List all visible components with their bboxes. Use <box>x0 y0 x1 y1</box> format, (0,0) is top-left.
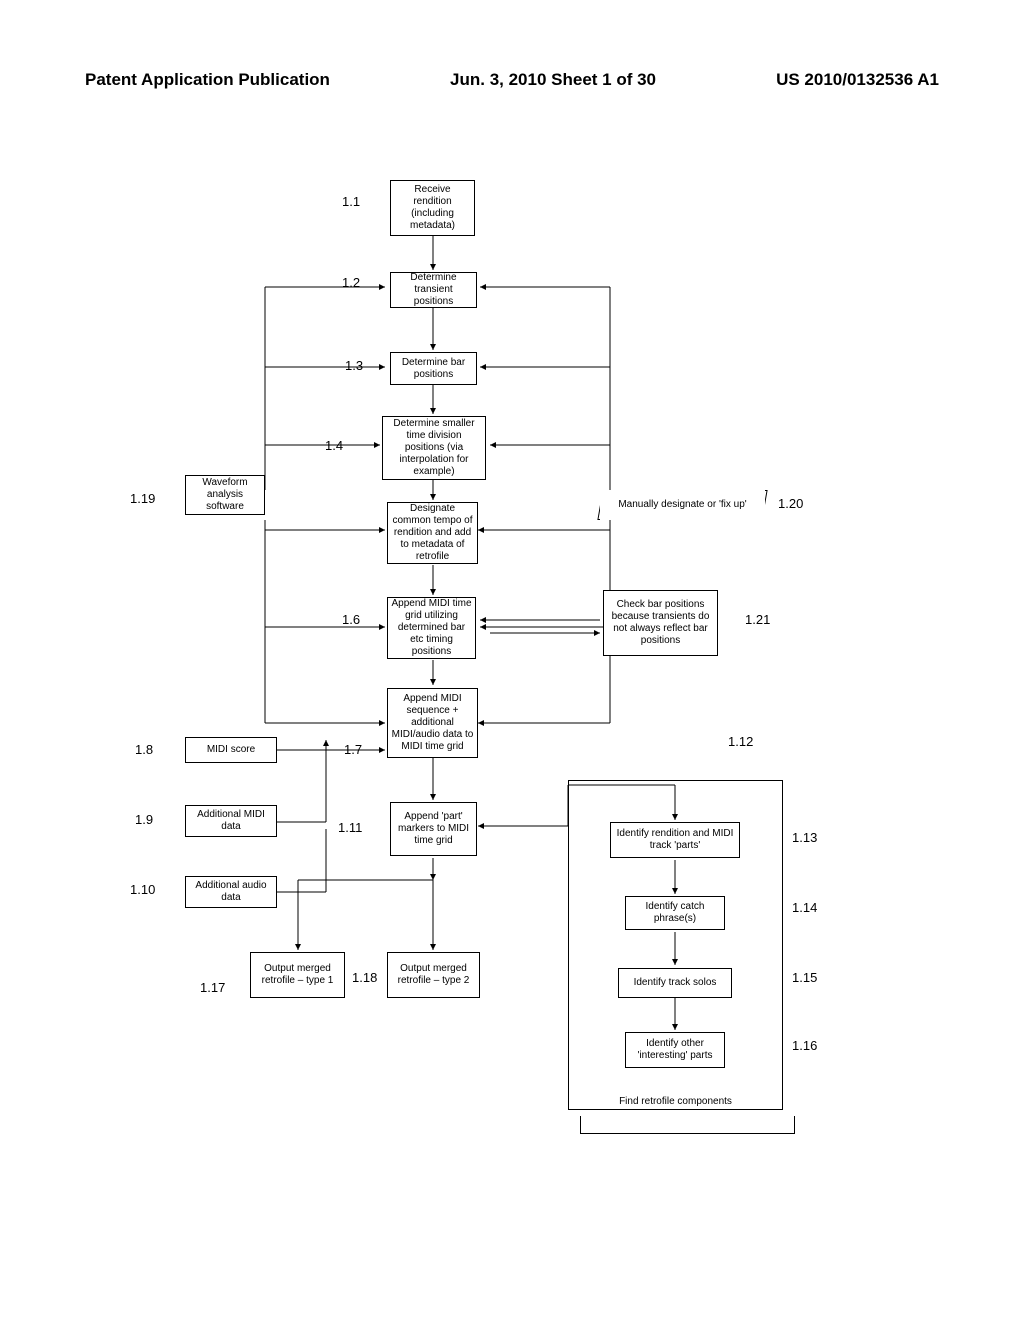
box-identify-rendition-parts: Identify rendition and MIDI track 'parts… <box>610 822 740 858</box>
label-1-20: 1.20 <box>778 496 803 511</box>
label-1-14: 1.14 <box>792 900 817 915</box>
box-determine-transients: Determine transient positions <box>390 272 477 308</box>
label-1-19: 1.19 <box>130 491 155 506</box>
label-1-15: 1.15 <box>792 970 817 985</box>
header-center: Jun. 3, 2010 Sheet 1 of 30 <box>450 70 656 90</box>
box-identify-catch-phrase: Identify catch phrase(s) <box>625 896 725 930</box>
box-append-part-markers: Append 'part' markers to MIDI time grid <box>390 802 477 856</box>
box-append-midi-grid: Append MIDI time grid utilizing determin… <box>387 597 476 659</box>
box-determine-bar: Determine bar positions <box>390 352 477 385</box>
group-shadow <box>580 1116 795 1134</box>
box-waveform-software: Waveform analysis software <box>185 475 265 515</box>
label-1-4: 1.4 <box>325 438 343 453</box>
box-determine-smaller: Determine smaller time division position… <box>382 416 486 480</box>
header-right: US 2010/0132536 A1 <box>776 70 939 90</box>
label-1-3: 1.3 <box>345 358 363 373</box>
box-identify-other-parts: Identify other 'interesting' parts <box>625 1032 725 1068</box>
box-receive-rendition: Receive rendition (including metadata) <box>390 180 475 236</box>
box-identify-track-solos: Identify track solos <box>618 968 732 998</box>
label-1-6: 1.6 <box>342 612 360 627</box>
box-manual-designate: Manually designate or 'fix up' <box>600 490 765 520</box>
label-1-1: 1.1 <box>342 194 360 209</box>
box-additional-midi: Additional MIDI data <box>185 805 277 837</box>
label-1-9: 1.9 <box>135 812 153 827</box>
label-1-17: 1.17 <box>200 980 225 995</box>
box-manual-designate-text: Manually designate or 'fix up' <box>618 499 746 511</box>
label-1-21: 1.21 <box>745 612 770 627</box>
label-1-18: 1.18 <box>352 970 377 985</box>
box-check-bar-positions: Check bar positions because transients d… <box>603 590 718 656</box>
box-midi-score: MIDI score <box>185 737 277 763</box>
header-left: Patent Application Publication <box>85 70 330 90</box>
label-1-2: 1.2 <box>342 275 360 290</box>
label-1-12: 1.12 <box>728 734 753 749</box>
box-output-type1: Output merged retrofile – type 1 <box>250 952 345 998</box>
box-designate-tempo: Designate common tempo of rendition and … <box>387 502 478 564</box>
box-output-type2: Output merged retrofile – type 2 <box>387 952 480 998</box>
label-1-8: 1.8 <box>135 742 153 757</box>
label-1-16: 1.16 <box>792 1038 817 1053</box>
group-label-find-retrofile: Find retrofile components <box>569 1096 782 1107</box>
box-append-midi-sequence: Append MIDI sequence + additional MIDI/a… <box>387 688 478 758</box>
label-1-10: 1.10 <box>130 882 155 897</box>
flowchart-diagram: Receive rendition (including metadata) 1… <box>130 180 890 1240</box>
label-1-11: 1.11 <box>338 820 362 835</box>
box-additional-audio: Additional audio data <box>185 876 277 908</box>
label-1-7: 1.7 <box>344 742 362 757</box>
label-1-13: 1.13 <box>792 830 817 845</box>
